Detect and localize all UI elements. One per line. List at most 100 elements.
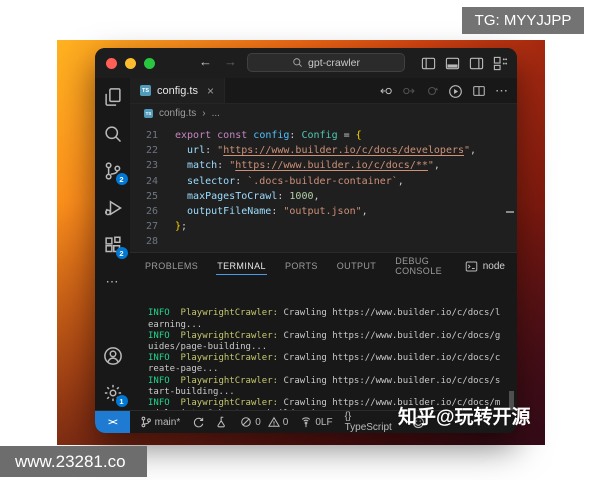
- sidebar-item-source-control[interactable]: 2: [102, 160, 128, 185]
- titlebar: ← → gpt-crawler: [95, 48, 517, 78]
- broadcast-icon: [302, 417, 311, 428]
- remote-icon: ><: [108, 417, 117, 427]
- code-text: selector: `.docs-builder-container`,: [175, 175, 404, 187]
- line-number: 24: [145, 175, 158, 187]
- code-text: maxPagesToCrawl: 1000,: [175, 190, 320, 202]
- terminal-line: earning...: [148, 319, 203, 330]
- terminal-line: reate-page...: [148, 364, 219, 375]
- toggle-secondary-sidebar-icon[interactable]: [469, 56, 484, 71]
- code-line: 28: [130, 234, 517, 249]
- error-count: 0: [255, 416, 261, 428]
- code-line: 24 selector: `.docs-builder-container`,: [130, 174, 517, 189]
- line-number: 23: [145, 160, 158, 172]
- tab-label: config.ts: [157, 84, 198, 97]
- go-forward-icon[interactable]: [402, 84, 416, 98]
- breadcrumb-more[interactable]: ...: [212, 108, 220, 119]
- language-mode[interactable]: {} TypeScript: [345, 411, 401, 433]
- split-editor-icon[interactable]: [472, 84, 486, 98]
- warning-icon: [267, 416, 280, 427]
- sidebar-item-more[interactable]: ⋯: [102, 271, 124, 293]
- close-tab-icon[interactable]: ×: [207, 84, 214, 98]
- search-icon: [104, 126, 121, 143]
- code-text: };: [175, 221, 188, 233]
- ports-status[interactable]: 0: [300, 416, 321, 428]
- watermark-top-badge: TG: MYYJJPP: [462, 7, 584, 34]
- tab-ports[interactable]: PORTS: [284, 255, 319, 277]
- search-text: gpt-crawler: [308, 56, 360, 69]
- tab-config-ts[interactable]: TS config.ts ×: [130, 78, 225, 103]
- sidebar-item-extensions[interactable]: 2: [102, 234, 128, 259]
- beaker-icon[interactable]: [216, 416, 228, 428]
- maximize-window-button[interactable]: [144, 58, 155, 69]
- window-controls: [106, 58, 155, 69]
- sidebar-item-explorer[interactable]: [102, 86, 124, 108]
- problems-status[interactable]: 0 0: [240, 416, 288, 428]
- sidebar-item-run-debug[interactable]: [102, 197, 124, 219]
- error-icon: [241, 417, 252, 427]
- code-line: 25 maxPagesToCrawl: 1000,: [130, 189, 517, 204]
- chevron-right-icon: ›: [202, 108, 206, 119]
- sidebar-item-settings[interactable]: 1: [102, 382, 128, 407]
- line-number: 27: [145, 221, 158, 233]
- terminal-profile[interactable]: node: [465, 260, 505, 273]
- eol-indicator[interactable]: LF: [321, 417, 333, 428]
- breadcrumb-file[interactable]: config.ts: [159, 108, 196, 119]
- tab-output[interactable]: OUTPUT: [336, 255, 377, 277]
- sync-icon[interactable]: [192, 416, 204, 428]
- line-number: 25: [145, 190, 158, 202]
- extensions-badge: 2: [115, 247, 128, 259]
- line-number: 21: [145, 130, 158, 141]
- git-branch-icon: [141, 416, 151, 428]
- line-number: 26: [145, 206, 158, 218]
- command-center-search[interactable]: gpt-crawler: [247, 53, 405, 72]
- breadcrumb[interactable]: TS config.ts › ...: [130, 104, 517, 123]
- tab-problems[interactable]: PROBLEMS: [144, 255, 199, 277]
- code-text: outputFileName: "output.json",: [175, 206, 368, 218]
- scm-badge: 2: [115, 173, 128, 185]
- bottom-panel: PROBLEMS TERMINAL PORTS OUTPUT DEBUG CON…: [130, 250, 517, 411]
- sidebar-item-accounts[interactable]: [102, 345, 124, 367]
- remote-indicator[interactable]: ><: [95, 411, 130, 433]
- watermark-top-text: TG: MYYJJPP: [474, 12, 572, 29]
- typescript-file-icon: TS: [144, 109, 153, 118]
- watermark-bottom-badge: www.23281.co: [0, 446, 147, 477]
- toggle-panel-icon[interactable]: [445, 56, 460, 71]
- explorer-icon: [104, 88, 121, 106]
- warning-count: 0: [282, 416, 289, 428]
- terminal-line: INFO PlaywrightCrawler: Crawling https:/…: [148, 330, 501, 341]
- forward-arrow-icon[interactable]: →: [224, 54, 237, 69]
- code-text: url: "https://www.builder.io/c/docs/deve…: [175, 145, 477, 157]
- terminal-line: INFO PlaywrightCrawler: Crawling https:/…: [148, 353, 501, 364]
- sidebar-item-search[interactable]: [102, 123, 124, 145]
- history-nav: ← →: [199, 54, 237, 69]
- overview-ruler-marker: [506, 211, 514, 213]
- last-edit-location-icon[interactable]: [425, 84, 439, 98]
- settings-badge: 1: [115, 395, 128, 407]
- tab-terminal[interactable]: TERMINAL: [216, 255, 267, 277]
- minimize-window-button[interactable]: [125, 58, 136, 69]
- terminal-line: INFO PlaywrightCrawler: Crawling https:/…: [148, 308, 501, 319]
- code-lines: 21 export const config: Config = {22 url:…: [130, 128, 517, 250]
- activity-bar: 2 2 ⋯ 1: [95, 78, 130, 410]
- watermark-bottom-text: www.23281.co: [15, 451, 126, 471]
- typescript-file-icon: TS: [140, 85, 151, 96]
- toggle-sidebar-icon[interactable]: [421, 56, 436, 71]
- close-window-button[interactable]: [106, 58, 117, 69]
- vscode-window: ← → gpt-crawler 2 2 ⋯ 1 TS config.ts × ⋯…: [95, 48, 517, 433]
- tab-debug-console[interactable]: DEBUG CONSOLE: [394, 250, 448, 282]
- code-line: 27};: [130, 219, 517, 234]
- editor-more-actions-icon[interactable]: ⋯: [495, 83, 509, 99]
- terminal-line: uides/page-building...: [148, 342, 268, 353]
- go-back-icon[interactable]: [379, 84, 393, 98]
- terminal-line: tart-building...: [148, 386, 235, 397]
- code-line: 23 match: "https://www.builder.io/c/docs…: [130, 158, 517, 173]
- more-icon: ⋯: [105, 274, 120, 289]
- code-editor[interactable]: 21 export const config: Config = {22 url:…: [130, 123, 517, 252]
- run-code-icon[interactable]: [448, 84, 463, 99]
- terminal-output[interactable]: INFO PlaywrightCrawler: Crawling https:/…: [148, 286, 509, 410]
- branch-status[interactable]: main*: [140, 416, 181, 428]
- back-arrow-icon[interactable]: ←: [199, 54, 212, 69]
- terminal-line: INFO PlaywrightCrawler: Crawling https:/…: [148, 375, 501, 386]
- branch-label: main*: [154, 416, 181, 428]
- customize-layout-icon[interactable]: [493, 56, 508, 71]
